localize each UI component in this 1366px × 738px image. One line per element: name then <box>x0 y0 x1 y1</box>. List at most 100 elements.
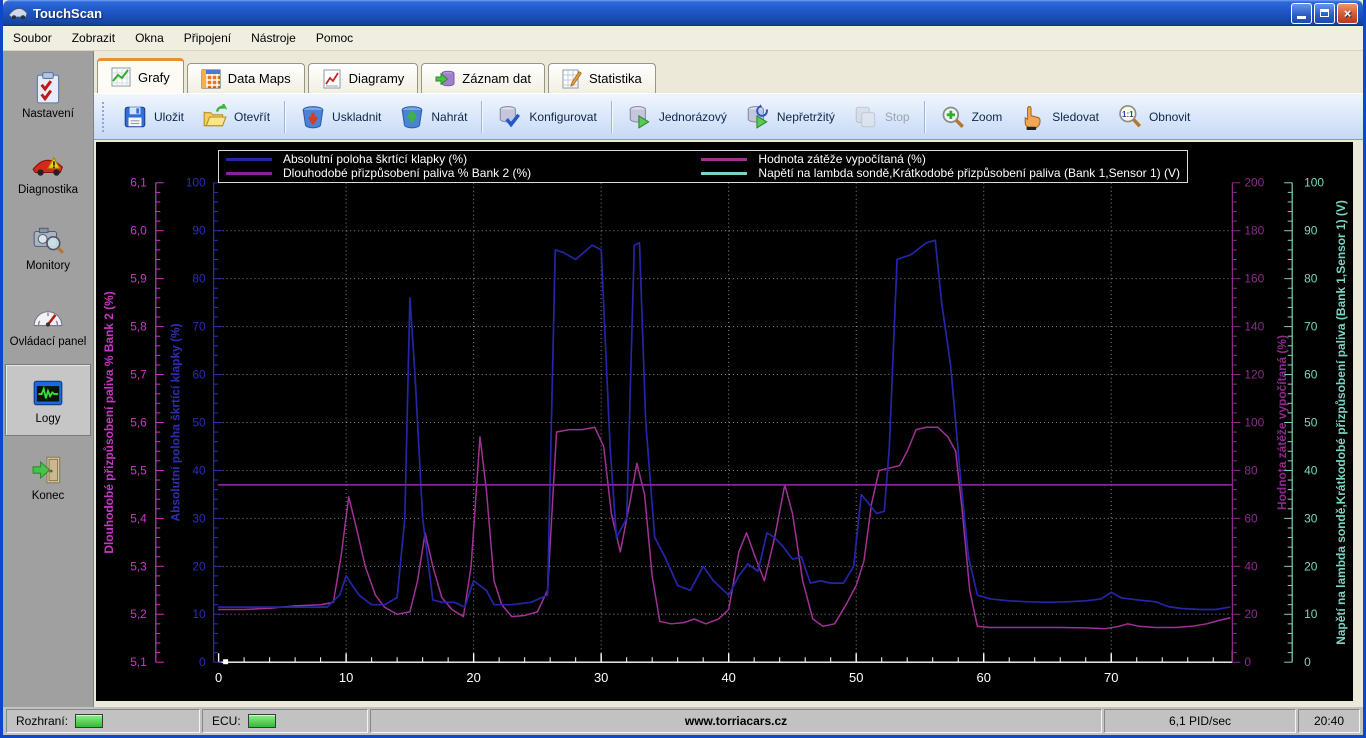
toolbar-separator <box>481 100 484 133</box>
jednorazovy-button[interactable]: Jednorázový <box>618 100 736 134</box>
menu-item-soubor[interactable]: Soubor <box>3 27 62 49</box>
menu-item-pomoc[interactable]: Pomoc <box>306 27 363 49</box>
menu-item-nastroje[interactable]: Nástroje <box>241 27 306 49</box>
app-window: TouchScan × Soubor Zobrazit Okna Připojení N… <box>0 0 1366 738</box>
stop-button: Stop <box>844 100 919 134</box>
ulozit-button[interactable]: Uložit <box>113 100 193 134</box>
single-shot-icon <box>627 104 653 130</box>
legend-column: Hodnota zátěže vypočítaná (%) Napětí na l… <box>701 153 1180 180</box>
svg-text:30: 30 <box>1304 511 1318 525</box>
svg-text:40: 40 <box>192 463 206 477</box>
toolbar-button-label: Obnovit <box>1148 109 1191 124</box>
konfigurovat-button[interactable]: Konfigurovat <box>488 100 605 134</box>
sidebar-item-label: Ovládací panel <box>9 335 87 348</box>
zoom-button[interactable]: Zoom <box>931 100 1012 134</box>
interface-label: Rozhraní: <box>16 714 69 728</box>
svg-text:90: 90 <box>1304 224 1318 238</box>
data-maps-icon <box>201 69 221 89</box>
pid-rate-text: 6,1 PID/sec <box>1168 714 1232 728</box>
svg-text:20: 20 <box>466 670 480 685</box>
tab-data-maps[interactable]: Data Maps <box>186 63 305 93</box>
svg-text:100: 100 <box>1244 415 1264 429</box>
title-bar: TouchScan × <box>3 0 1363 26</box>
legend-item-3: Napětí na lambda sondě,Krátkodobé přizpů… <box>701 165 1180 180</box>
otevrit-button[interactable]: Otevřít <box>193 100 279 134</box>
status-bar: Rozhraní: ECU: www.torriacars.cz 6,1 PID… <box>3 707 1363 735</box>
svg-text:100: 100 <box>186 176 206 190</box>
tab-diagramy[interactable]: Diagramy <box>307 63 419 93</box>
restore-icon <box>1320 9 1329 17</box>
tab-label: Diagramy <box>348 71 405 86</box>
sidebar-item-diagnostika[interactable]: Diagnostika <box>5 136 91 206</box>
svg-text:140: 140 <box>1244 320 1264 334</box>
legend-label: Napětí na lambda sondě,Krátkodobé přizpů… <box>758 165 1180 180</box>
chart-panel[interactable]: Absolutní poloha škrtící klapky (%) Dlouh… <box>96 142 1353 701</box>
svg-text:50: 50 <box>849 670 863 685</box>
restore-button[interactable] <box>1314 2 1335 24</box>
upload-icon <box>399 104 425 130</box>
minimize-icon <box>1297 16 1306 19</box>
svg-text:10: 10 <box>1304 607 1318 621</box>
tab-statistika[interactable]: Statistika <box>547 63 656 93</box>
chart-svg[interactable]: 0 10 20 30 40 50 60 70 5,1 5,2 5,3 5,4 5,5 5,6 5,7 5,8 5… <box>96 142 1353 701</box>
svg-text:70: 70 <box>1104 670 1118 685</box>
toolbar-button-label: Nepřetržitý <box>776 109 835 124</box>
open-icon <box>202 103 228 130</box>
menu-item-zobrazit[interactable]: Zobrazit <box>62 27 125 49</box>
configure-icon <box>497 104 523 130</box>
legend-label: Absolutní poloha škrtící klapky (%) <box>283 152 468 167</box>
svg-text:5,5: 5,5 <box>130 463 147 477</box>
svg-text:40: 40 <box>721 670 735 685</box>
toolbar-button-label: Uložit <box>154 109 185 124</box>
svg-text:180: 180 <box>1244 224 1264 238</box>
svg-text:6,1: 6,1 <box>130 176 147 190</box>
legend-label: Dlouhodobé přizpůsobení paliva % Bank 2 … <box>283 165 532 180</box>
tab-label: Grafy <box>138 69 170 85</box>
sidebar-item-nastaveni[interactable]: Nastavení <box>5 60 91 130</box>
chart-line-icon <box>111 67 131 87</box>
toolbar-button-label: Uskladnit <box>332 109 382 124</box>
minimize-button[interactable] <box>1291 2 1312 24</box>
pid-rate-cell: 6,1 PID/sec <box>1104 709 1296 733</box>
legend-swatch <box>701 158 748 162</box>
monitors-icon <box>30 223 66 257</box>
svg-text:10: 10 <box>339 670 353 685</box>
continuous-icon <box>745 103 771 130</box>
sidebar-item-ovladaci-panel[interactable]: Ovládací panel <box>5 288 91 358</box>
svg-text:120: 120 <box>1244 368 1264 382</box>
sledovat-button[interactable]: Sledovat <box>1011 100 1108 134</box>
menu-item-okna[interactable]: Okna <box>125 27 174 49</box>
svg-text:60: 60 <box>1244 511 1258 525</box>
sidebar-item-monitory[interactable]: Monitory <box>5 212 91 282</box>
svg-text:30: 30 <box>192 511 206 525</box>
nepretrzity-button[interactable]: Nepřetržitý <box>736 100 844 134</box>
svg-text:200: 200 <box>1244 176 1264 190</box>
sidebar: Nastavení Diagnostika Monitory Ovládací pan… <box>3 51 94 707</box>
sidebar-item-logy[interactable]: Logy <box>5 364 91 436</box>
toolbar-grip[interactable] <box>102 101 107 132</box>
legend-item-0: Absolutní poloha škrtící klapky (%) <box>226 153 701 166</box>
svg-text:Dlouhodobé přizpůsobení paliva: Dlouhodobé přizpůsobení paliva % Bank 2 … <box>102 291 116 553</box>
settings-icon <box>30 71 66 105</box>
menu-item-pripojeni[interactable]: Připojení <box>174 27 241 49</box>
svg-text:70: 70 <box>1304 320 1318 334</box>
svg-text:5,1: 5,1 <box>130 655 147 669</box>
close-button[interactable]: × <box>1337 2 1358 24</box>
tab-label: Data Maps <box>227 71 291 86</box>
tab-zaznam-dat[interactable]: Záznam dat <box>421 63 545 93</box>
sidebar-item-konec[interactable]: Konec <box>5 442 91 512</box>
exit-icon <box>30 453 66 487</box>
uskladnit-button[interactable]: Uskladnit <box>291 100 390 134</box>
toolbar-button-label: Stop <box>884 109 910 124</box>
store-icon <box>300 104 326 130</box>
clock-text: 20:40 <box>1313 714 1345 728</box>
svg-text:40: 40 <box>1244 559 1258 573</box>
nahrat-button[interactable]: Nahrát <box>390 100 476 134</box>
follow-icon <box>1020 104 1046 130</box>
svg-text:20: 20 <box>1244 607 1258 621</box>
obnovit-button[interactable]: 1:1 Obnovit <box>1108 100 1199 134</box>
website-text: www.torriacars.cz <box>684 714 788 728</box>
tab-grafy[interactable]: Grafy <box>97 58 184 93</box>
svg-text:5,3: 5,3 <box>130 559 147 573</box>
toolbar-button-label: Jednorázový <box>658 109 727 124</box>
